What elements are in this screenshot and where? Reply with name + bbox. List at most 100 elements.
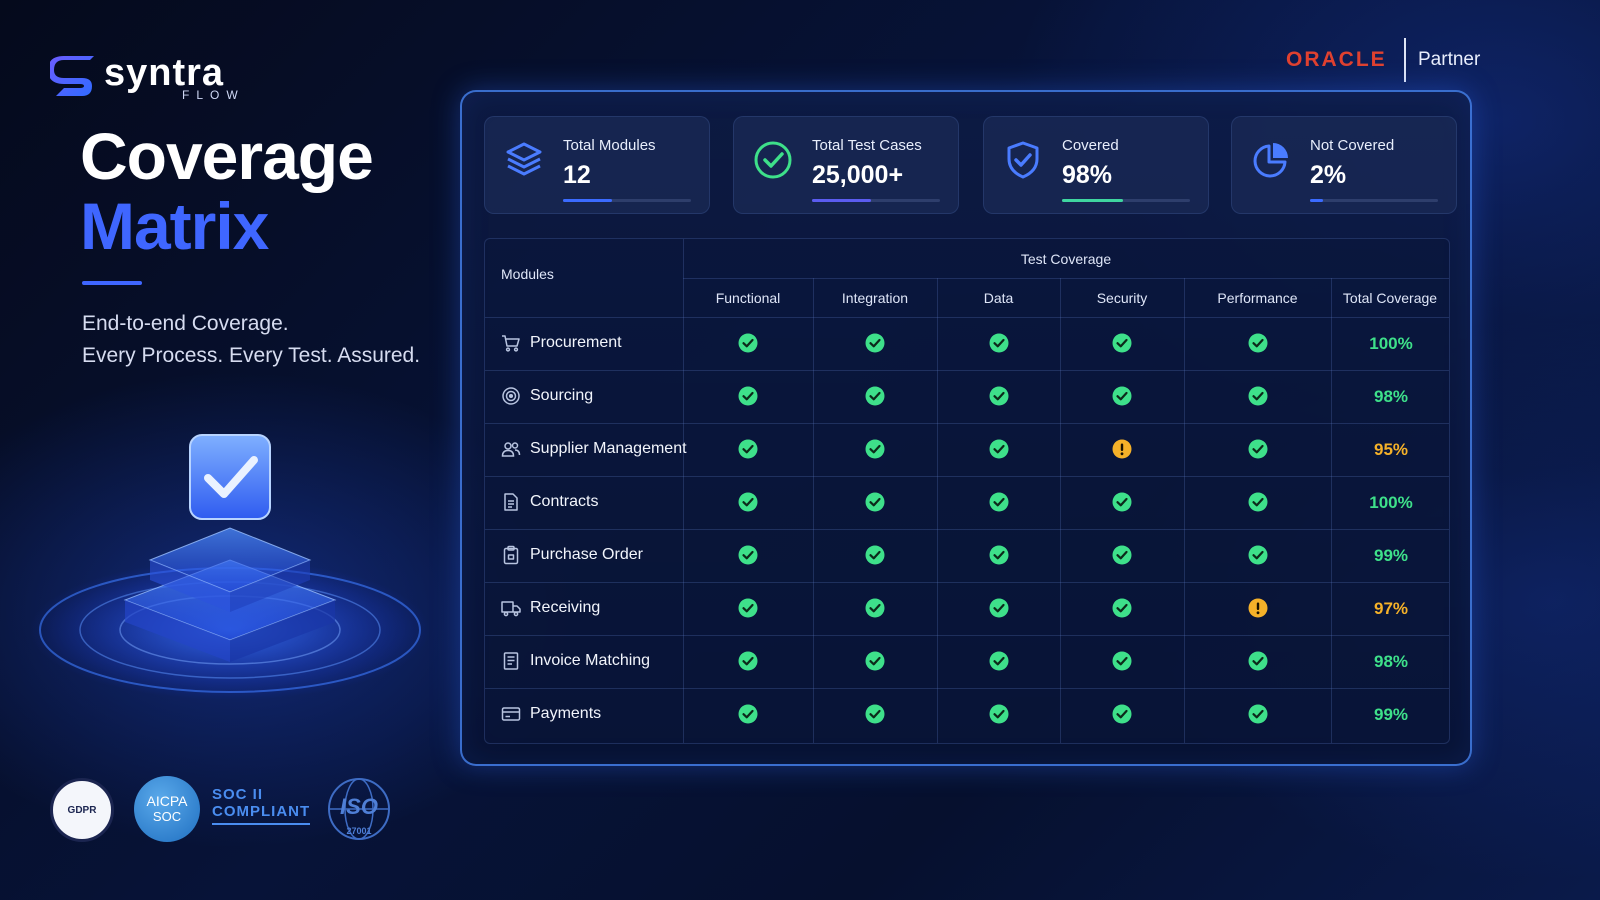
check-icon (738, 545, 758, 565)
soc2-label: SOC II (212, 786, 264, 803)
tagline-line1: End-to-end Coverage. (82, 312, 289, 335)
column-header-security: Security (1096, 290, 1148, 306)
stat-label: Total Test Cases (812, 137, 922, 154)
row-divider (485, 688, 1449, 689)
row-divider (485, 370, 1449, 371)
stat-card-not-covered: Not Covered 2% (1231, 116, 1457, 214)
target-icon (501, 386, 521, 406)
check-icon (865, 704, 885, 724)
page-title-line2: Matrix (80, 189, 269, 263)
clipboard-icon (501, 545, 521, 565)
check-icon (1248, 651, 1268, 671)
total-coverage-value: 98% (1373, 387, 1409, 406)
users-icon (501, 439, 521, 459)
check-icon (1112, 704, 1132, 724)
row-divider (485, 582, 1449, 583)
total-coverage-value: 99% (1373, 546, 1409, 565)
warning-icon (1112, 439, 1132, 459)
check-icon (738, 598, 758, 618)
document-icon (501, 492, 521, 512)
stat-progress-track (1062, 199, 1190, 202)
table-row[interactable]: Procurement 100% (485, 317, 1449, 370)
cart-icon (501, 333, 521, 353)
stat-progress-fill (812, 199, 871, 202)
module-name: Receiving (530, 599, 601, 616)
header-divider (683, 278, 1449, 279)
total-coverage-value: 95% (1373, 440, 1409, 459)
stat-value: 2% (1310, 161, 1347, 189)
stat-value: 25,000+ (812, 161, 904, 189)
check-icon (865, 598, 885, 618)
gdpr-badge: GDPR (50, 778, 114, 842)
stat-progress-fill (1310, 199, 1323, 202)
total-coverage-value: 100% (1369, 334, 1413, 353)
module-name: Contracts (530, 493, 599, 510)
stat-progress-fill (1062, 199, 1124, 202)
title-underline (82, 281, 142, 285)
total-coverage-value: 97% (1373, 599, 1409, 618)
check-icon (738, 333, 758, 353)
check-icon (1248, 704, 1268, 724)
column-header-integration: Integration (841, 290, 909, 306)
check-icon (1112, 386, 1132, 406)
stat-card-covered: Covered 98% (983, 116, 1209, 214)
coverage-cube-illustration (30, 434, 430, 700)
check-icon (1248, 439, 1268, 459)
modules-column-header: Modules (501, 266, 554, 282)
row-divider (485, 635, 1449, 636)
table-row[interactable]: Receiving 97% (485, 582, 1449, 635)
row-divider (485, 423, 1449, 424)
table-row[interactable]: Invoice Matching 98% (485, 635, 1449, 688)
stat-progress-track (563, 199, 691, 202)
check-icon (989, 704, 1009, 724)
brand-logo: syntra FLOW (50, 52, 250, 104)
table-row[interactable]: Payments 99% (485, 688, 1449, 741)
aicpa-badge-sublabel: SOC (152, 809, 182, 824)
check-icon (989, 545, 1009, 565)
coverage-table: Modules Test Coverage Functional Integrat… (484, 238, 1450, 744)
check-circle-icon (752, 139, 794, 181)
table-row[interactable]: Contracts 100% (485, 476, 1449, 529)
stat-progress-track (1310, 199, 1438, 202)
check-icon (865, 333, 885, 353)
check-icon (989, 439, 1009, 459)
stat-card-total-modules: Total Modules 12 (484, 116, 710, 214)
column-header-total-coverage: Total Coverage (1342, 290, 1438, 306)
stat-progress-fill (563, 199, 612, 202)
table-row[interactable]: Purchase Order 99% (485, 529, 1449, 582)
truck-icon (501, 598, 521, 618)
module-name: Invoice Matching (530, 652, 651, 669)
check-icon (738, 704, 758, 724)
stat-progress-track (812, 199, 940, 202)
gdpr-badge-label: GDPR (67, 805, 97, 816)
check-icon (989, 492, 1009, 512)
stat-value: 12 (563, 161, 591, 189)
partner-divider (1404, 38, 1406, 82)
stat-label: Total Modules (563, 137, 656, 154)
table-row[interactable]: Supplier Management 95% (485, 423, 1449, 476)
syntra-logo-icon (50, 56, 94, 96)
test-coverage-group-header: Test Coverage (1020, 251, 1112, 267)
shield-check-icon (1002, 139, 1044, 181)
tagline-line2: Every Process. Every Test. Assured. (82, 344, 421, 367)
check-icon (1112, 492, 1132, 512)
check-icon (989, 598, 1009, 618)
check-icon (1248, 333, 1268, 353)
check-icon (865, 492, 885, 512)
module-name: Purchase Order (530, 546, 643, 563)
check-icon (865, 651, 885, 671)
check-icon (1112, 333, 1132, 353)
stat-card-total-test-cases: Total Test Cases 25,000+ (733, 116, 959, 214)
warning-icon (1248, 598, 1268, 618)
layers-icon (503, 139, 545, 181)
iso-27001-badge: ISO 27001 (326, 776, 392, 842)
partner-label: Partner (1418, 49, 1481, 70)
total-coverage-value: 98% (1373, 652, 1409, 671)
check-icon (865, 439, 885, 459)
table-row[interactable]: Sourcing 98% (485, 370, 1449, 423)
soc2-underline (212, 823, 310, 825)
oracle-logo: ORACLE (1286, 48, 1387, 71)
aicpa-soc-badge: AICPA SOC (134, 776, 200, 842)
stat-label: Not Covered (1310, 137, 1395, 154)
total-coverage-value: 100% (1369, 493, 1413, 512)
